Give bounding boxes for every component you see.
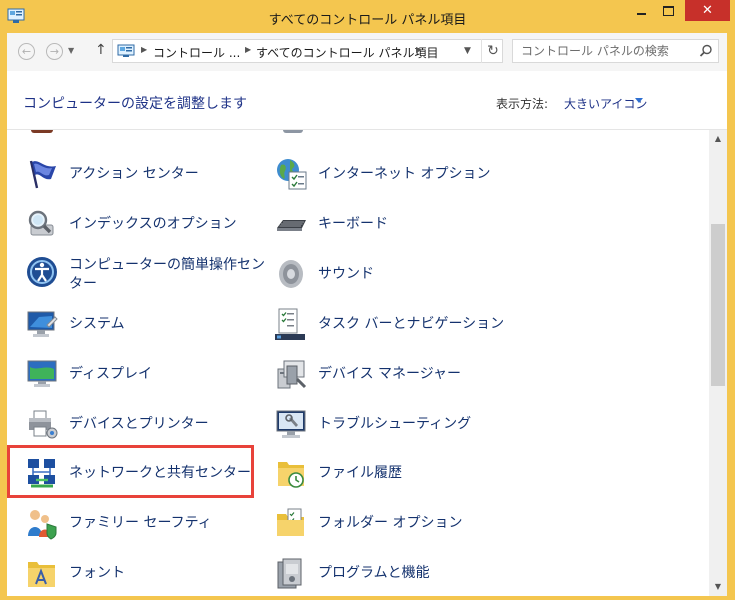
globe-checklist-icon [277, 159, 307, 190]
address-bar: ← → ▼ ↑ ▶ コントロール ... ▶ すべてのコントロール パネル項目 … [7, 33, 727, 71]
item-fonts[interactable]: フォント [25, 556, 255, 596]
address-field[interactable]: ▶ コントロール ... ▶ すべてのコントロール パネル項目 ▶ ▼ ↻ [112, 39, 503, 63]
breadcrumb-separator-icon[interactable]: ▶ [416, 45, 422, 54]
item-label: ディスプレイ [69, 366, 153, 382]
title-bar[interactable]: すべてのコントロール パネル項目 ✕ [0, 0, 735, 33]
item-label: ファイル履歴 [318, 465, 402, 481]
item-troubleshooting[interactable]: トラブルシューティング [274, 407, 504, 447]
ease-of-access-icon [27, 257, 57, 287]
system-monitor-icon [27, 311, 58, 337]
item-display[interactable]: ディスプレイ [25, 357, 255, 397]
breadcrumb-separator-icon[interactable]: ▶ [141, 45, 147, 54]
item-file-history[interactable]: ファイル履歴 [274, 456, 504, 496]
item-taskbar-navigation[interactable]: タスク バーとナビゲーション [274, 307, 514, 347]
partial-item-icon [31, 130, 53, 133]
item-label: フォルダー オプション [318, 515, 463, 531]
address-dropdown-icon[interactable]: ▼ [464, 46, 471, 56]
chevron-up-icon: ▲ [714, 134, 722, 143]
printer-icon [29, 410, 58, 439]
page-title: コンピューターの設定を調整します [23, 96, 247, 112]
window-title: すべてのコントロール パネル項目 [268, 13, 467, 28]
item-devices-printers[interactable]: デバイスとプリンター [25, 407, 255, 447]
chevron-down-icon: ▼ [68, 46, 75, 55]
item-label: タスク バーとナビゲーション [318, 316, 505, 332]
item-label: サウンド [318, 266, 374, 282]
scroll-down-button[interactable]: ▼ [709, 578, 727, 596]
control-panel-window: すべてのコントロール パネル項目 ✕ ← → ▼ ↑ ▶ コントロール ... … [0, 0, 735, 600]
magnifier-icon [28, 210, 54, 236]
item-indexing-options[interactable]: インデックスのオプション [25, 207, 255, 247]
item-sound[interactable]: サウンド [274, 257, 504, 297]
maximize-icon [663, 5, 674, 16]
troubleshoot-icon [276, 410, 306, 438]
display-icon [27, 360, 57, 387]
item-label: アクション センター [69, 166, 199, 182]
back-arrow-icon: ← [21, 45, 32, 58]
item-label: システム [69, 316, 125, 332]
items-grid: アクション センター インターネット オプション インデックスのオプション キー… [7, 130, 709, 596]
item-label: インターネット オプション [318, 166, 491, 182]
breadcrumb-all-items[interactable]: すべてのコントロール パネル項目 [256, 44, 439, 61]
breadcrumb-separator-icon[interactable]: ▶ [245, 45, 251, 54]
item-label: インデックスのオプション [69, 216, 237, 232]
forward-arrow-icon: → [49, 45, 60, 58]
minimize-icon [636, 12, 646, 15]
item-label: デバイスとプリンター [69, 416, 209, 432]
taskbar-icon [275, 308, 305, 340]
recent-locations-button[interactable]: ▼ [68, 46, 74, 55]
search-input[interactable] [513, 40, 701, 62]
chevron-down-icon[interactable] [635, 98, 643, 103]
view-by-label: 表示方法: [496, 97, 549, 111]
up-arrow-icon: ↑ [95, 42, 107, 58]
item-device-manager[interactable]: デバイス マネージャー [274, 357, 504, 397]
folder-options-icon [277, 508, 304, 536]
file-history-icon [278, 462, 304, 488]
search-icon[interactable] [698, 43, 714, 59]
item-family-safety[interactable]: ファミリー セーフティ [25, 506, 255, 546]
close-icon: ✕ [702, 3, 713, 18]
search-box[interactable] [512, 39, 719, 63]
item-programs-features[interactable]: プログラムと機能 [274, 556, 504, 596]
partial-item-icon [283, 130, 303, 133]
family-safety-icon [28, 510, 57, 540]
scroll-up-button[interactable]: ▲ [709, 130, 727, 148]
forward-button[interactable]: → [46, 43, 63, 60]
highlight-box [7, 445, 254, 498]
refresh-button[interactable]: ↻ [481, 39, 504, 63]
item-label: デバイス マネージャー [318, 366, 462, 382]
speaker-icon [279, 260, 303, 288]
close-button[interactable]: ✕ [685, 0, 730, 21]
minimize-button[interactable] [628, 0, 654, 21]
item-label: プログラムと機能 [318, 565, 430, 581]
item-action-center[interactable]: アクション センター [25, 157, 255, 197]
item-system[interactable]: システム [25, 307, 255, 347]
content-header: コンピューターの設定を調整します 表示方法: 大きいアイコン [7, 71, 727, 130]
item-internet-options[interactable]: インターネット オプション [274, 157, 504, 197]
refresh-icon: ↻ [487, 43, 499, 59]
item-label: コンピューターの簡単操作センター [69, 257, 265, 292]
chevron-down-icon: ▼ [714, 582, 722, 591]
scroll-thumb[interactable] [711, 224, 725, 386]
item-keyboard[interactable]: キーボード [274, 207, 504, 247]
item-label: キーボード [318, 216, 388, 232]
item-label: ファミリー セーフティ [69, 515, 212, 531]
flag-icon [29, 160, 56, 189]
control-panel-icon [117, 44, 135, 57]
up-button[interactable]: ↑ [95, 42, 107, 58]
item-label: フォント [69, 565, 125, 581]
back-button[interactable]: ← [18, 43, 35, 60]
breadcrumb-control-panel[interactable]: コントロール ... [153, 44, 240, 61]
item-ease-of-access[interactable]: コンピューターの簡単操作センター [25, 255, 275, 299]
item-folder-options[interactable]: フォルダー オプション [274, 506, 504, 546]
device-manager-icon [277, 360, 307, 389]
programs-icon [277, 558, 302, 589]
fonts-icon [28, 562, 55, 587]
item-label: トラブルシューティング [318, 416, 472, 432]
content-pane: コンピューターの設定を調整します 表示方法: 大きいアイコン アクション センタ… [7, 71, 727, 596]
maximize-button[interactable] [655, 0, 682, 21]
keyboard-icon [277, 220, 306, 231]
vertical-scrollbar[interactable]: ▲ ▼ [709, 130, 727, 596]
